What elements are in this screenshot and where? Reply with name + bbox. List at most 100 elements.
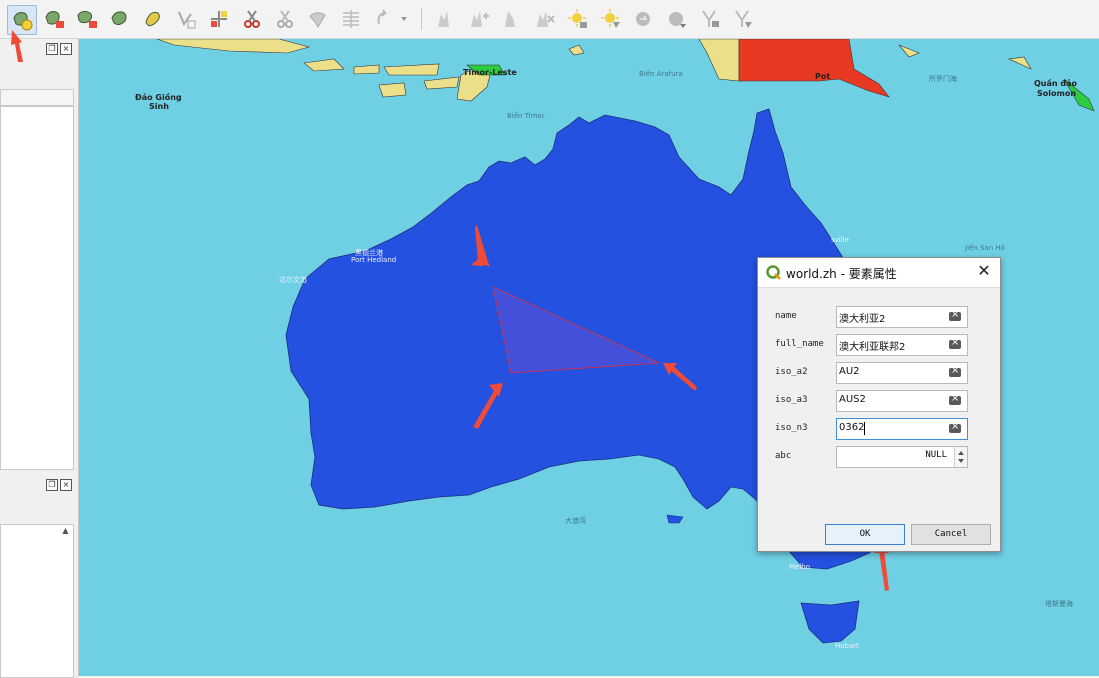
map-label: Pot: [815, 72, 831, 81]
label-unpin-icon: [669, 12, 686, 28]
delete-ring-button[interactable]: [40, 5, 68, 33]
island-shape: [303, 58, 345, 72]
map-label: Biển Timor: [507, 112, 545, 120]
label-rotate-button[interactable]: [498, 5, 526, 33]
spin-arrows-icon: [958, 451, 964, 463]
scroll-up-icon[interactable]: ▲: [60, 526, 71, 537]
cancel-button[interactable]: Cancel: [911, 524, 991, 545]
label-toggle-icon: [636, 12, 650, 26]
island-shape: [898, 44, 920, 58]
field-label: abc: [775, 451, 792, 461]
tasmania-shape: [800, 600, 860, 644]
name-field[interactable]: 澳大利亚2: [836, 306, 968, 328]
label-rotate-icon: [505, 11, 515, 27]
map-label: Quần đảo: [1034, 79, 1077, 88]
reshape-button[interactable]: [304, 5, 332, 33]
island-shape: [156, 39, 311, 54]
annotation-arrow: [879, 550, 889, 591]
spin-buttons[interactable]: [954, 447, 967, 467]
layers-header: [0, 89, 74, 106]
field-label: iso_a3: [775, 395, 808, 405]
map-label: Melbo: [789, 563, 811, 571]
delete-part-button[interactable]: [73, 5, 101, 33]
field-label: full_name: [775, 339, 824, 349]
full-name-field[interactable]: 澳大利亚联邦2: [836, 334, 968, 356]
label-move-icon: [471, 11, 489, 27]
dock-float-icon[interactable]: ❐: [46, 43, 58, 55]
dock-close-icon[interactable]: ×: [60, 43, 72, 55]
annotation-move-button[interactable]: [729, 5, 757, 33]
rotate-dropdown-button[interactable]: [370, 5, 410, 33]
label-move-button[interactable]: [465, 5, 493, 33]
iso-a3-field[interactable]: AUS2: [836, 390, 968, 412]
label-change-icon: [537, 11, 555, 27]
label-pin-button[interactable]: [432, 5, 460, 33]
vertex-tool-button[interactable]: [172, 5, 200, 33]
diagram-move-button[interactable]: [597, 5, 625, 33]
offset-curve-button[interactable]: [139, 5, 167, 33]
annotation-button[interactable]: [696, 5, 724, 33]
map-label: Solomon: [1037, 89, 1077, 98]
label-unpin-button[interactable]: [663, 5, 691, 33]
map-label: Jiển San Hô: [965, 244, 1005, 252]
map-label: 大澳湾: [565, 517, 586, 525]
label-change-button[interactable]: [531, 5, 559, 33]
dock-close-icon[interactable]: ×: [60, 479, 72, 491]
align-button[interactable]: [337, 5, 365, 33]
layers-tree[interactable]: [0, 106, 74, 470]
split-features-icon: [244, 10, 260, 28]
close-icon[interactable]: ✕: [976, 263, 992, 279]
ok-button[interactable]: OK: [825, 524, 905, 545]
split-parts-icon: [277, 10, 293, 28]
field-value: 0362: [839, 422, 865, 433]
papua-new-guinea-shape: [738, 39, 890, 98]
clear-icon[interactable]: [949, 337, 961, 349]
toolbar-separator: [421, 8, 422, 30]
island-shape: [568, 44, 585, 56]
map-label: Hobart: [835, 642, 859, 650]
clear-icon[interactable]: [949, 365, 961, 377]
dock-float-icon[interactable]: ❐: [46, 479, 58, 491]
label-toggle-button[interactable]: [630, 5, 658, 33]
map-label: Sinh: [149, 102, 169, 111]
reshape-icon: [309, 12, 326, 28]
island-shape: [383, 63, 440, 76]
offset-curve-icon: [145, 11, 160, 27]
diagram-show-button[interactable]: [564, 5, 592, 33]
rotate-dropdown-icon: [377, 9, 407, 25]
layers-dock: ❐ ×: [0, 39, 79, 472]
split-features-button[interactable]: [238, 5, 266, 33]
digitizing-toolbar: [0, 0, 1099, 39]
diagram-show-icon: [568, 9, 587, 28]
fill-ring-button[interactable]: [106, 5, 134, 33]
field-value: AU2: [839, 366, 860, 377]
annotation-icon: [702, 10, 719, 27]
map-label: Biển Arafura: [639, 70, 683, 78]
delete-ring-icon: [45, 11, 64, 28]
field-label: iso_a2: [775, 367, 808, 377]
dialog-titlebar: world.zh - 要素属性 ✕: [758, 258, 1000, 288]
iso-n3-field[interactable]: 0362: [836, 418, 968, 440]
island-shape: [666, 514, 684, 524]
clear-icon[interactable]: [949, 309, 961, 321]
split-parts-button[interactable]: [271, 5, 299, 33]
abc-spinbox[interactable]: NULL: [836, 446, 968, 468]
browser-tree[interactable]: [0, 524, 74, 678]
island-shape: [378, 82, 407, 98]
vertex-tool-icon: [178, 11, 196, 29]
island-shape: [353, 64, 380, 75]
iso-a2-field[interactable]: AU2: [836, 362, 968, 384]
island-shape: [698, 39, 740, 82]
annotation-move-icon: [735, 10, 752, 28]
field-value: NULL: [925, 450, 947, 460]
annotation-arrow: [11, 30, 23, 62]
map-label: 塔斯曼海: [1045, 600, 1073, 608]
clear-icon[interactable]: [949, 393, 961, 405]
merge-vertices-button[interactable]: [205, 5, 233, 33]
clear-icon[interactable]: [949, 421, 961, 433]
field-value: AUS2: [839, 394, 866, 405]
field-label: iso_n3: [775, 423, 808, 433]
qgis-logo-icon: [766, 265, 781, 280]
merge-vertices-icon: [211, 11, 227, 27]
label-pin-icon: [438, 11, 449, 27]
